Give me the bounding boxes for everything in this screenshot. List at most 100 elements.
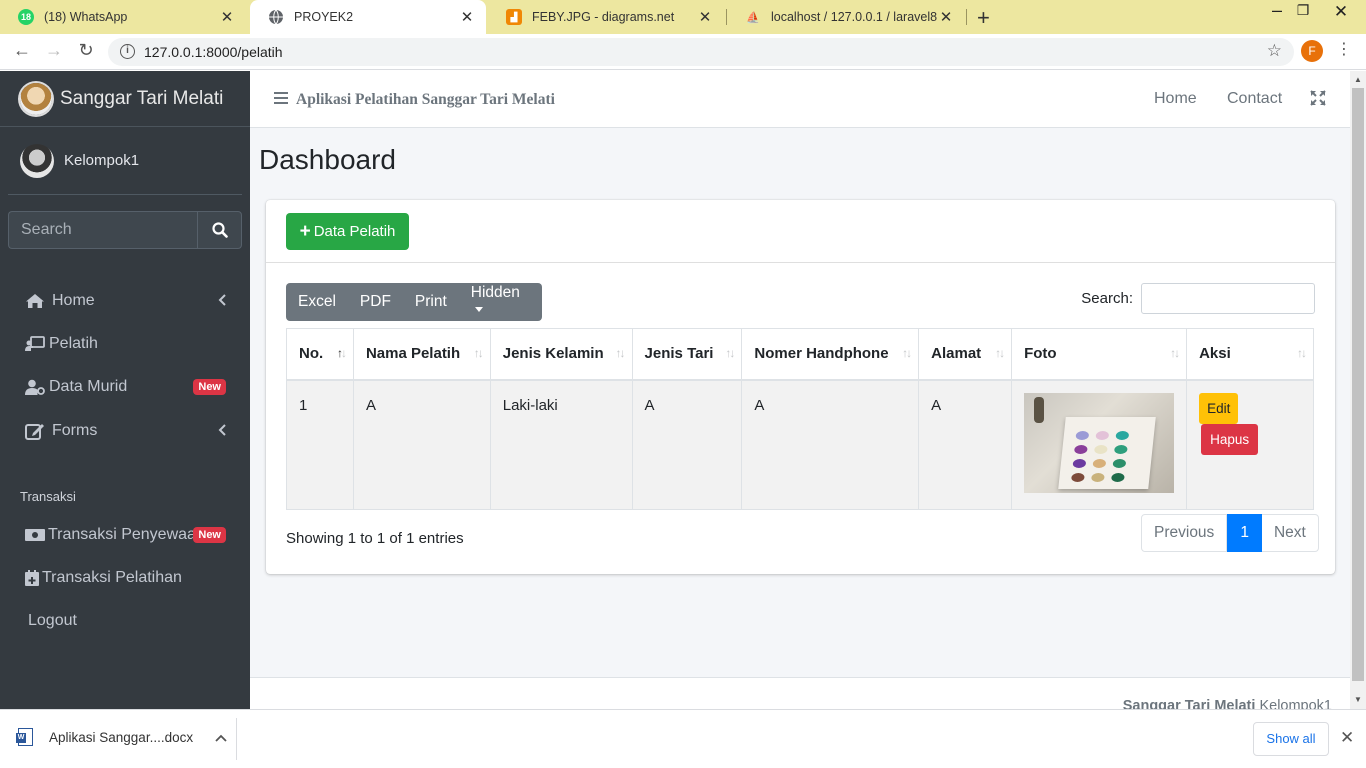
word-document-icon — [16, 728, 33, 746]
globe-icon — [268, 9, 284, 25]
sort-icon: ↑↓ — [995, 346, 1005, 360]
browser-tab-bar: 18 (18) WhatsApp ✕ PROYEK2 ✕ ▟ FEBY.JPG … — [0, 0, 1366, 34]
next-page-button[interactable]: Next — [1261, 514, 1319, 552]
whatsapp-icon: 18 — [18, 9, 34, 25]
scroll-down-icon[interactable]: ▼ — [1354, 695, 1362, 704]
cell-foto — [1011, 379, 1188, 510]
nav-link-home[interactable]: Home — [1154, 90, 1197, 108]
reload-icon[interactable]: ↻ — [74, 40, 98, 61]
sidebar-item-label: Transaksi Pelatihan — [42, 569, 182, 586]
footer-brand: Sanggar Tari Melati — [1122, 698, 1256, 709]
money-bill-icon — [24, 528, 46, 542]
fullscreen-expand-icon[interactable] — [1310, 90, 1326, 109]
table-search-input[interactable] — [1141, 283, 1315, 314]
column-label: Jenis Kelamin — [502, 345, 604, 363]
download-bar: Aplikasi Sanggar....docx Show all ✕ — [0, 709, 1366, 768]
hapus-button[interactable]: Hapus — [1201, 423, 1259, 455]
close-window-icon[interactable]: ✕ — [1326, 2, 1356, 22]
tab-phpmyadmin[interactable]: ⛵ localhost / 127.0.0.1 / laravel8 / t ✕ — [727, 0, 965, 34]
scroll-up-icon[interactable]: ▲ — [1354, 75, 1362, 84]
browser-toolbar: ← → ↻ i 127.0.0.1:8000/pelatih ☆ F ⋮ — [0, 34, 1366, 70]
add-data-pelatih-button[interactable]: + Data Pelatih — [286, 213, 409, 250]
diagrams-icon: ▟ — [506, 9, 522, 25]
forward-icon[interactable]: → — [42, 40, 66, 61]
new-badge: New — [193, 527, 226, 543]
column-header-aksi[interactable]: Aksi ↑↓ — [1186, 328, 1314, 381]
tab-proyek2[interactable]: PROYEK2 ✕ — [250, 0, 486, 34]
bookmark-star-icon[interactable]: ☆ — [1267, 41, 1282, 61]
back-icon[interactable]: ← — [10, 40, 34, 61]
download-item[interactable]: Aplikasi Sanggar....docx — [16, 728, 227, 746]
pdf-button[interactable]: PDF — [348, 293, 403, 311]
restore-icon[interactable]: ❐ — [1288, 2, 1318, 19]
cell-aksi: Edit Hapus — [1186, 379, 1314, 510]
table-header-row: No. ↑↓ Nama Pelatih ↑↓ Jenis Kelamin ↑↓ Jen… — [286, 328, 1314, 381]
tab-whatsapp[interactable]: 18 (18) WhatsApp ✕ — [0, 0, 246, 34]
column-header-no[interactable]: No. ↑↓ — [286, 328, 354, 381]
column-header-foto[interactable]: Foto ↑↓ — [1011, 328, 1188, 381]
sidebar-item-pelatih[interactable]: Pelatih — [8, 324, 242, 364]
chalkboard-teacher-icon — [24, 336, 46, 352]
main-header: Aplikasi Pelatihan Sanggar Tari Melati H… — [250, 71, 1350, 128]
profile-avatar[interactable]: F — [1301, 40, 1323, 62]
nav-link-contact[interactable]: Contact — [1227, 90, 1282, 108]
print-button[interactable]: Print — [403, 293, 459, 311]
column-label: Alamat — [931, 345, 982, 363]
sidebar-item-data-murid[interactable]: Data Murid New — [8, 367, 242, 407]
sidebar-item-transaksi-penyewaan[interactable]: Transaksi Penyewaan New — [8, 515, 242, 555]
column-header-jenis-kelamin[interactable]: Jenis Kelamin ↑↓ — [489, 328, 633, 381]
user-panel[interactable]: Kelompok1 — [8, 127, 242, 195]
sidebar-item-label: Home — [52, 292, 95, 309]
sidebar-search — [8, 211, 242, 249]
address-bar[interactable]: i 127.0.0.1:8000/pelatih ☆ — [108, 38, 1294, 66]
search-label: Search: — [1081, 290, 1133, 307]
page-title: Dashboard — [259, 144, 396, 175]
sort-icon: ↑↓ — [1297, 346, 1307, 360]
sidebar-item-home[interactable]: Home — [8, 281, 242, 321]
sidebar-item-label: Logout — [28, 612, 77, 629]
edit-button[interactable]: Edit — [1199, 392, 1239, 424]
sidebar-search-button[interactable] — [197, 211, 242, 249]
user-avatar — [20, 143, 54, 178]
close-tab-icon[interactable]: ✕ — [696, 8, 714, 26]
sidebar-item-logout[interactable]: Logout — [8, 601, 242, 641]
url-text[interactable]: 127.0.0.1:8000/pelatih — [144, 44, 283, 60]
close-tab-icon[interactable]: ✕ — [937, 8, 955, 26]
browser-menu-icon[interactable]: ⋮ — [1336, 39, 1352, 59]
excel-button[interactable]: Excel — [286, 293, 348, 311]
tab-diagrams[interactable]: ▟ FEBY.JPG - diagrams.net ✕ — [488, 0, 724, 34]
download-filename: Aplikasi Sanggar....docx — [49, 729, 194, 745]
hidden-columns-dropdown[interactable]: Hidden — [459, 284, 542, 320]
sort-asc-icon: ↑↓ — [336, 346, 347, 360]
sidebar-item-label: Forms — [52, 422, 98, 439]
brand-link[interactable]: Sanggar Tari Melati — [0, 71, 250, 127]
site-info-icon[interactable]: i — [120, 44, 135, 59]
chevron-up-icon[interactable] — [215, 729, 227, 745]
new-tab-icon[interactable]: + — [977, 5, 990, 31]
column-label: Nomer Handphone — [754, 345, 889, 363]
close-tab-icon[interactable]: ✕ — [458, 8, 476, 26]
column-header-nama[interactable]: Nama Pelatih ↑↓ — [352, 328, 491, 381]
sidebar-item-transaksi-pelatihan[interactable]: Transaksi Pelatihan — [8, 558, 242, 598]
page-1-button[interactable]: 1 — [1227, 514, 1262, 552]
scrollbar-thumb[interactable] — [1352, 88, 1364, 681]
close-download-bar-icon[interactable]: ✕ — [1340, 728, 1354, 748]
footer-text: Sanggar Tari Melati Kelompok1 — [1123, 698, 1332, 709]
sort-icon: ↑↓ — [473, 346, 484, 360]
sidebar-item-forms[interactable]: Forms — [8, 411, 242, 451]
user-name[interactable]: Kelompok1 — [64, 152, 139, 169]
export-button-group: Excel PDF Print Hidden — [286, 283, 542, 321]
page-scrollbar[interactable]: ▲ ▼ — [1350, 71, 1366, 709]
column-header-alamat[interactable]: Alamat ↑↓ — [918, 328, 1013, 381]
sidebar-search-input[interactable] — [8, 211, 197, 249]
show-all-downloads-button[interactable]: Show all — [1253, 722, 1329, 756]
close-tab-icon[interactable]: ✕ — [218, 8, 236, 26]
column-header-nomer-handphone[interactable]: Nomer Handphone ↑↓ — [741, 328, 920, 381]
search-icon — [211, 222, 228, 238]
sidebar-item-label: Transaksi Penyewaan — [48, 526, 205, 543]
hamburger-menu-icon[interactable] — [274, 91, 288, 108]
column-header-jenis-tari[interactable]: Jenis Tari ↑↓ — [631, 328, 743, 381]
sidebar-item-label: Data Murid — [49, 378, 128, 395]
previous-page-button[interactable]: Previous — [1141, 514, 1228, 552]
sort-icon: ↑↓ — [615, 346, 626, 360]
